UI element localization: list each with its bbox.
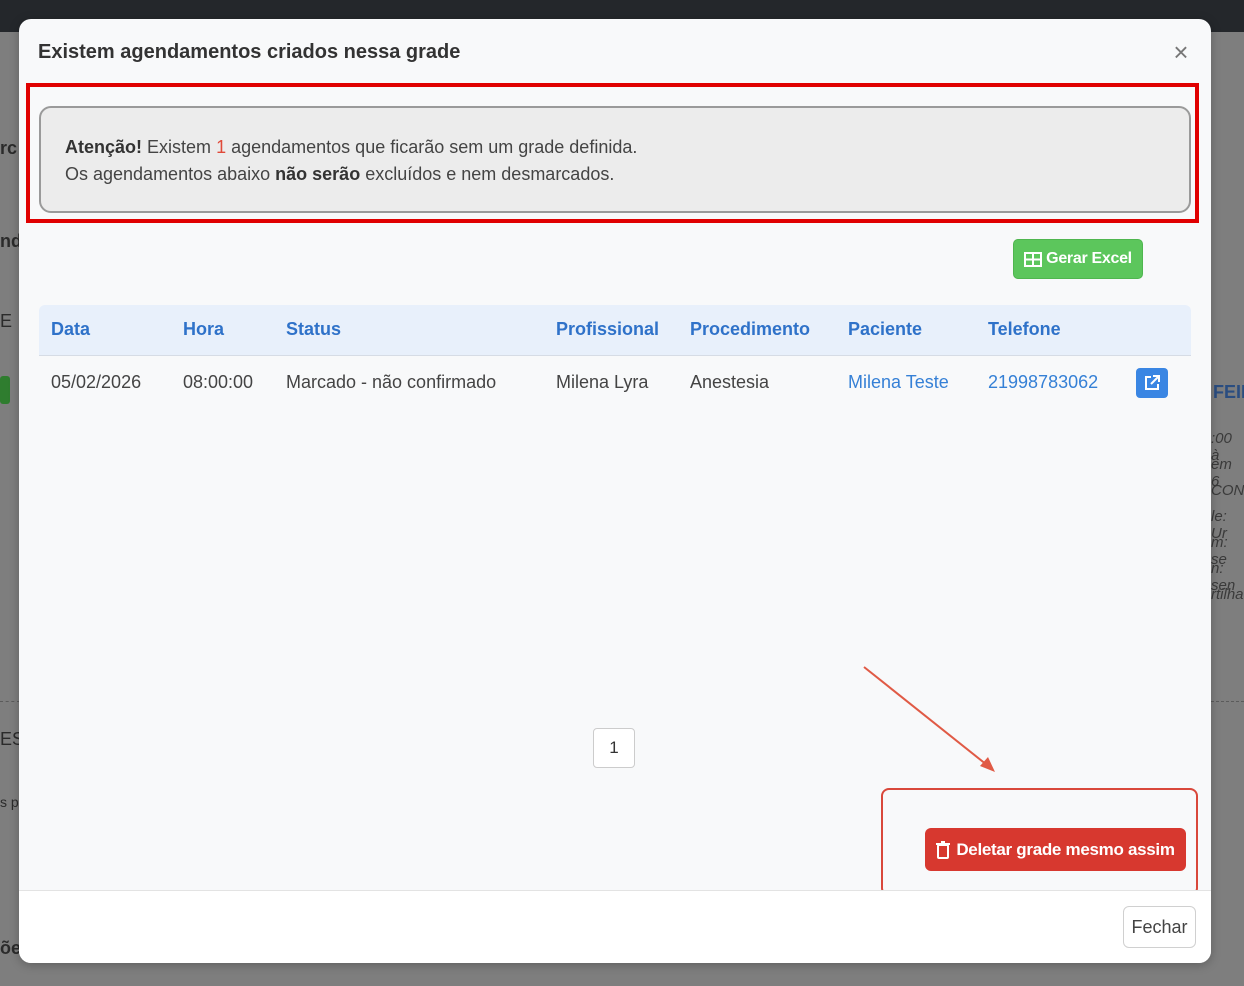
trash-icon (936, 840, 951, 859)
alert-text: excluídos e nem desmarcados. (365, 164, 615, 184)
column-header-profissional[interactable]: Profissional (556, 319, 659, 340)
column-header-paciente[interactable]: Paciente (848, 319, 922, 340)
cell-hora: 08:00:00 (183, 372, 254, 392)
alert-line-2: Os agendamentos abaixo não serão excluíd… (65, 161, 1165, 188)
pagination-page[interactable]: 1 (593, 728, 635, 768)
patient-link[interactable]: Milena Teste (848, 372, 949, 393)
table-header: Data Hora Status Profissional Procedimen… (39, 305, 1191, 356)
alert-line-1: Atenção! Existem 1 agendamentos que fica… (65, 134, 1165, 161)
cell-data: 05/02/2026 (51, 372, 142, 392)
column-header-hora[interactable]: Hora (183, 319, 224, 340)
alert-text: Os agendamentos abaixo (65, 164, 271, 184)
open-appointment-button[interactable] (1136, 368, 1168, 398)
delete-grade-button[interactable]: Deletar grade mesmo assim (925, 828, 1186, 871)
background-text: FEIR (1213, 382, 1244, 402)
generate-excel-label: Gerar Excel (1046, 250, 1132, 267)
column-header-data[interactable]: Data (51, 319, 90, 340)
cell-status: Marcado - não confirmado (286, 372, 497, 392)
background-text: õe (0, 938, 22, 958)
generate-excel-button[interactable]: Gerar Excel (1013, 239, 1143, 279)
background-text: rtilha (1211, 586, 1244, 603)
modal-title: Existem agendamentos criados nessa grade (38, 41, 461, 63)
warning-alert: Atenção! Existem 1 agendamentos que fica… (39, 106, 1191, 213)
alert-strong-text: não serão (275, 164, 361, 184)
background-text: rc (0, 138, 18, 158)
alert-strong-prefix: Atenção! (65, 137, 143, 157)
background-green-button (0, 376, 10, 404)
background-text: s p (0, 794, 19, 810)
column-header-procedimento[interactable]: Procedimento (690, 319, 810, 340)
close-icon[interactable]: × (1169, 39, 1193, 65)
background-text: E (0, 311, 13, 331)
annotation-arrow-icon (863, 666, 995, 772)
modal-footer (19, 891, 1211, 963)
cell-profissional: Milena Lyra (556, 372, 649, 392)
background-divider (0, 701, 20, 702)
delete-grade-label: Deletar grade mesmo assim (956, 839, 1175, 859)
table-row: 05/02/2026 08:00:00 Marcado - não confir… (39, 356, 1191, 412)
column-header-telefone[interactable]: Telefone (988, 319, 1061, 340)
background-divider (1211, 701, 1244, 702)
alert-text: agendamentos que ficarão sem um grade de… (231, 137, 638, 157)
table-icon (1024, 251, 1043, 267)
appointments-table: Data Hora Status Profissional Procedimen… (39, 305, 1191, 412)
alert-text: Existem (147, 137, 212, 157)
phone-link[interactable]: 21998783062 (988, 372, 1098, 393)
background-text: CONS (1211, 482, 1244, 499)
column-header-status[interactable]: Status (286, 319, 341, 340)
appointments-modal: Existem agendamentos criados nessa grade… (19, 19, 1211, 963)
alert-count: 1 (216, 137, 227, 157)
cell-procedimento: Anestesia (690, 372, 770, 392)
external-link-icon (1145, 375, 1160, 390)
close-button[interactable]: Fechar (1123, 906, 1196, 948)
